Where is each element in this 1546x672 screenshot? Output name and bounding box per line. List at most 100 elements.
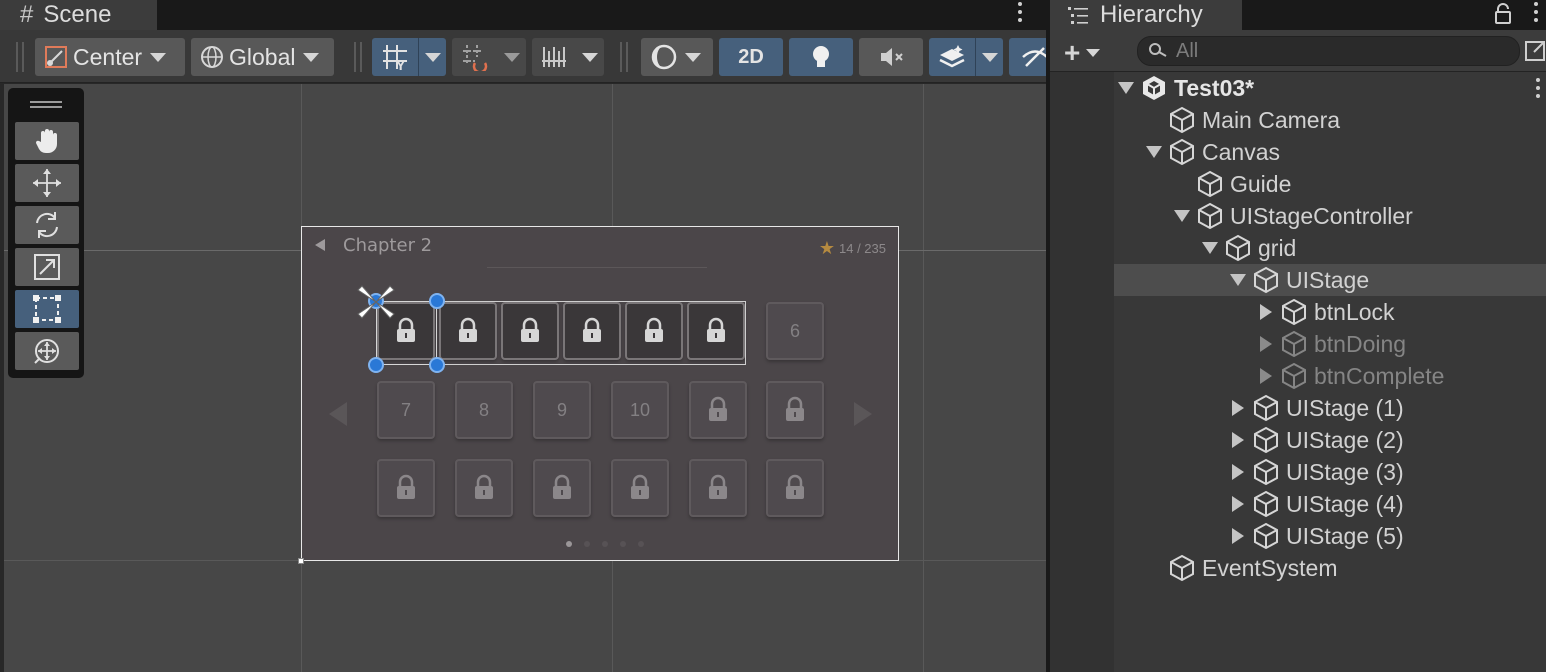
lock-icon[interactable] — [1492, 2, 1514, 26]
anchor-flower-icon[interactable] — [352, 278, 400, 326]
hierarchy-item-label: UIStage (3) — [1286, 459, 1404, 485]
stage-slot[interactable]: 10 — [611, 381, 669, 439]
hierarchy-item[interactable]: grid — [1050, 232, 1546, 264]
hierarchy-tab[interactable]: Hierarchy — [1050, 0, 1242, 30]
stage-slot-locked[interactable] — [455, 459, 513, 517]
rect-tool-button[interactable] — [15, 290, 79, 328]
grid-visibility-toggle[interactable] — [532, 38, 604, 76]
collapse-right-icon[interactable] — [1232, 432, 1244, 448]
stage-slot[interactable]: 9 — [533, 381, 591, 439]
hierarchy-item[interactable]: UIStage — [1114, 264, 1546, 296]
page-indicator — [566, 541, 644, 547]
move-tool-button[interactable] — [15, 164, 79, 202]
hierarchy-item[interactable]: btnComplete — [1050, 360, 1546, 392]
space-mode-dropdown[interactable]: Global — [191, 38, 334, 76]
rect-handle-bottom-left[interactable] — [368, 357, 384, 373]
stage-slot[interactable]: 6 — [766, 302, 824, 360]
hand-tool-button[interactable] — [15, 122, 79, 160]
hierarchy-item[interactable]: UIStage (3) — [1050, 456, 1546, 488]
hierarchy-search-input[interactable] — [1176, 39, 1496, 63]
hierarchy-item-label: UIStage (5) — [1286, 523, 1404, 549]
page-dot[interactable] — [620, 541, 626, 547]
scene-menu-icon[interactable] — [1015, 2, 1025, 22]
prev-page-arrow-icon[interactable] — [329, 402, 347, 426]
hierarchy-menu-icon[interactable] — [1531, 2, 1541, 22]
chevron-down-icon — [150, 52, 167, 62]
hierarchy-scene-row[interactable]: Test03* — [1050, 72, 1546, 104]
stage-slot-locked[interactable] — [533, 459, 591, 517]
padlock-icon — [553, 474, 571, 499]
page-dot[interactable] — [602, 541, 608, 547]
audio-toggle[interactable] — [859, 38, 923, 76]
collapse-right-icon[interactable] — [1232, 400, 1244, 416]
scale-icon — [34, 254, 60, 280]
create-object-button[interactable]: + — [1064, 37, 1101, 69]
hierarchy-item[interactable]: UIStageController — [1050, 200, 1546, 232]
space-mode-label: Global — [229, 43, 296, 70]
stage-slot[interactable]: 7 — [377, 381, 435, 439]
chevron-down-icon[interactable] — [582, 52, 598, 62]
rect-handle-bottom-right[interactable] — [429, 357, 445, 373]
scene-visibility-icon[interactable] — [1524, 38, 1546, 64]
chevron-down-icon[interactable] — [424, 52, 441, 62]
hierarchy-search[interactable] — [1137, 36, 1520, 66]
expand-down-icon[interactable] — [1174, 210, 1190, 222]
hierarchy-item[interactable]: UIStage (4) — [1050, 488, 1546, 520]
chapter-back-arrow-icon[interactable] — [315, 239, 325, 251]
expand-down-icon[interactable] — [1202, 242, 1218, 254]
hierarchy-item[interactable]: btnDoing — [1050, 328, 1546, 360]
pivot-mode-dropdown[interactable]: Center — [35, 38, 185, 76]
hierarchy-item[interactable]: Main Camera — [1050, 104, 1546, 136]
stage-slot[interactable]: 8 — [455, 381, 513, 439]
scene-tab[interactable]: # Scene — [0, 0, 157, 30]
stage-slot-locked[interactable] — [689, 381, 747, 439]
collapse-right-icon[interactable] — [1260, 336, 1272, 352]
collapse-right-icon[interactable] — [1232, 464, 1244, 480]
lighting-toggle[interactable] — [789, 38, 853, 76]
rect-handle-top-right[interactable] — [429, 293, 445, 309]
next-page-arrow-icon[interactable] — [854, 402, 872, 426]
hierarchy-item-label: UIStage (1) — [1286, 395, 1404, 421]
expand-down-icon[interactable] — [1118, 82, 1134, 94]
transform-tool-button[interactable] — [15, 332, 79, 370]
scale-tool-button[interactable] — [15, 248, 79, 286]
hierarchy-item[interactable]: UIStage (1) — [1050, 392, 1546, 424]
stage-slot-locked[interactable] — [766, 381, 824, 439]
increment-snapping-toggle[interactable] — [452, 38, 526, 76]
chevron-down-icon[interactable] — [504, 52, 520, 62]
collapse-right-icon[interactable] — [1232, 528, 1244, 544]
chevron-down-icon[interactable] — [981, 52, 998, 62]
grid-ruler-icon — [542, 47, 566, 67]
hierarchy-item[interactable]: UIStage (5) — [1050, 520, 1546, 552]
hierarchy-item[interactable]: EventSystem — [1050, 552, 1546, 584]
draw-mode-dropdown[interactable] — [641, 38, 713, 76]
hierarchy-item[interactable]: Guide — [1050, 168, 1546, 200]
hierarchy-item[interactable]: btnLock — [1050, 296, 1546, 328]
hierarchy-item-label: Canvas — [1202, 139, 1280, 165]
stage-slot-locked[interactable] — [766, 459, 824, 517]
hierarchy-item[interactable]: Canvas — [1050, 136, 1546, 168]
palette-drag-handle[interactable] — [30, 101, 62, 108]
expand-down-icon[interactable] — [1146, 146, 1162, 158]
collapse-right-icon[interactable] — [1260, 304, 1272, 320]
2d-mode-toggle[interactable]: 2D — [719, 38, 783, 76]
stage-slot-locked[interactable] — [377, 459, 435, 517]
hierarchy-item-label: UIStage (2) — [1286, 427, 1404, 453]
hierarchy-item-label: UIStageController — [1230, 203, 1413, 229]
effects-toggle[interactable] — [929, 38, 1003, 76]
page-dot[interactable] — [638, 541, 644, 547]
expand-down-icon[interactable] — [1230, 274, 1246, 286]
game-canvas-rect[interactable]: Chapter 2 ★ 14 / 235 6 7 8 9 10 — [301, 226, 899, 561]
grid-snapping-toggle[interactable]: Y — [372, 38, 446, 76]
collapse-right-icon[interactable] — [1232, 496, 1244, 512]
page-dot[interactable] — [566, 541, 572, 547]
scene-visibility-toggle[interactable] — [1009, 38, 1046, 76]
gameobject-cube-icon — [1170, 138, 1194, 166]
collapse-right-icon[interactable] — [1260, 368, 1272, 384]
scene-row-menu-icon[interactable] — [1533, 78, 1543, 98]
hierarchy-item[interactable]: UIStage (2) — [1050, 424, 1546, 456]
rotate-tool-button[interactable] — [15, 206, 79, 244]
stage-slot-locked[interactable] — [689, 459, 747, 517]
stage-slot-locked[interactable] — [611, 459, 669, 517]
page-dot[interactable] — [584, 541, 590, 547]
